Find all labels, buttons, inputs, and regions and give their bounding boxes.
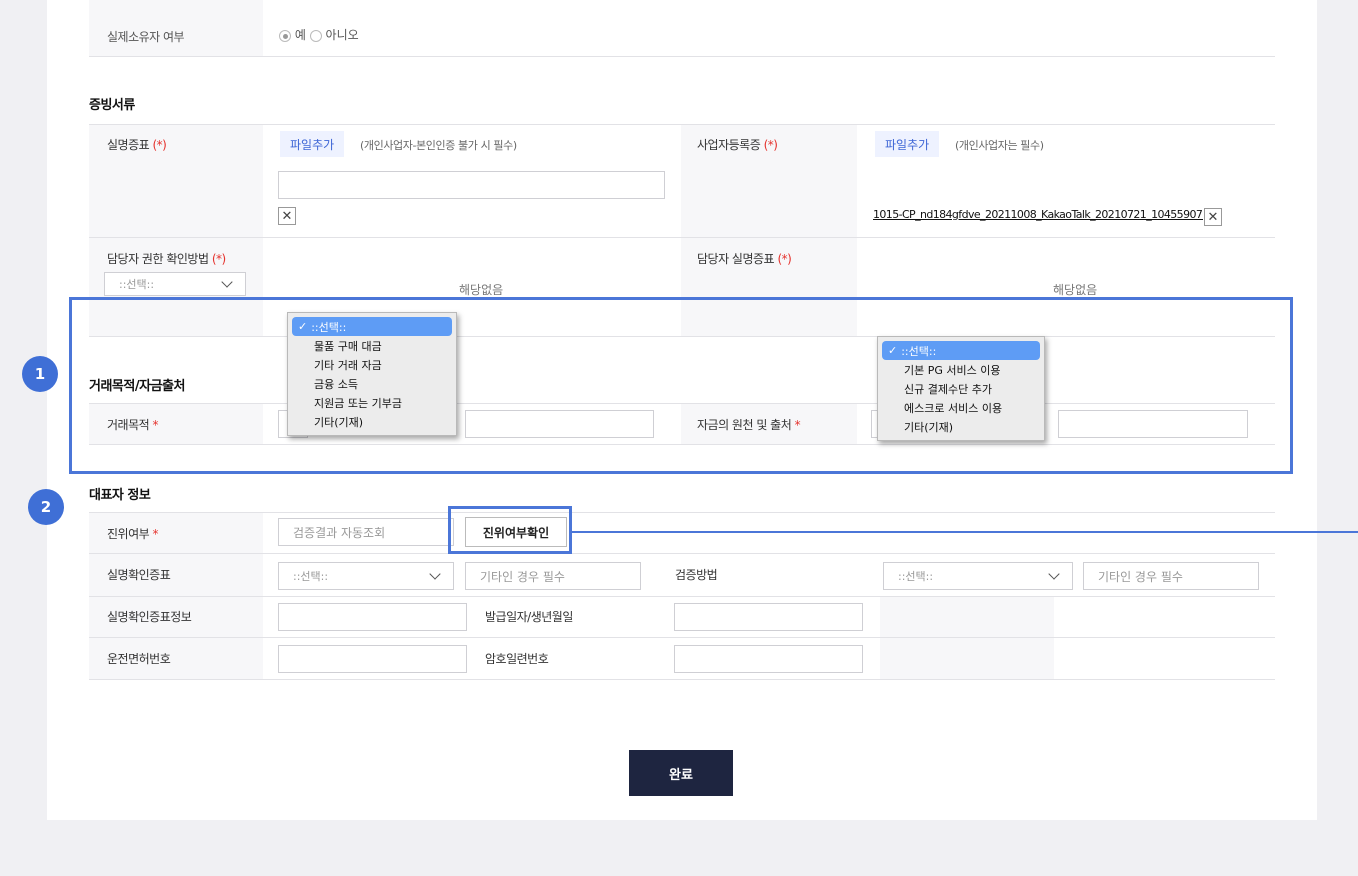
id-info-label: 실명확인증표정보: [107, 610, 192, 624]
radio-no[interactable]: [309, 29, 322, 42]
fund-source-dropdown[interactable]: ✓::선택:: 기본 PG 서비스 이용 신규 결제수단 추가 에스크로 서비스…: [877, 336, 1045, 441]
radio-yes[interactable]: [279, 29, 291, 42]
dropdown-option[interactable]: 신규 결제수단 추가: [882, 379, 1040, 398]
chevron-down-icon: [221, 276, 233, 288]
dropdown-option[interactable]: 에스크로 서비스 이용: [882, 398, 1040, 417]
remove-file-icon[interactable]: ✕: [1204, 208, 1222, 226]
radio-no-label: 아니오: [325, 28, 359, 42]
dropdown-option[interactable]: 지원금 또는 기부금: [292, 393, 452, 412]
check-icon: ✓: [888, 344, 898, 357]
dropdown-option[interactable]: 기타 거래 자금: [292, 355, 452, 374]
highlight-box-2: [448, 506, 572, 554]
id-type-select[interactable]: ::선택::: [278, 562, 454, 590]
submit-button[interactable]: 완료: [629, 750, 733, 796]
verify-method-label: 검증방법: [675, 568, 718, 582]
dropdown-option[interactable]: 물품 구매 대금: [292, 336, 452, 355]
authenticity-result-field[interactable]: 검증결과 자동조회: [278, 518, 454, 546]
real-name-hint: (개인사업자-본인인증 불가 시 필수): [360, 139, 517, 152]
divider: [89, 56, 1275, 57]
serial-no-field[interactable]: [674, 645, 863, 673]
divider: [89, 637, 1275, 638]
license-no-label: 운전면허번호: [107, 652, 171, 666]
chevron-down-icon: [429, 568, 441, 580]
representative-section-title: 대표자 정보: [89, 488, 151, 503]
uploaded-file-link[interactable]: 1015-CP_nd184gfdve_20211008_KakaoTalk_20…: [873, 208, 1203, 221]
manager-id-value: 해당없음: [1053, 283, 1098, 297]
trade-purpose-dropdown[interactable]: ✓::선택:: 물품 구매 대금 기타 거래 자금 금융 소득 지원금 또는 기…: [287, 312, 457, 436]
beneficial-owner-options: 예 아니오: [279, 26, 359, 43]
business-reg-label: 사업자등록증 (*): [697, 138, 778, 152]
manager-auth-label: 담당자 권한 확인방법 (*): [107, 252, 226, 266]
real-name-file-field[interactable]: [278, 171, 665, 199]
real-name-id-label: 실명증표 (*): [107, 138, 167, 152]
business-reg-hint: (개인사업자는 필수): [955, 139, 1044, 152]
beneficial-owner-label: 실제소유자 여부: [107, 30, 185, 44]
divider: [89, 553, 1275, 554]
dropdown-option[interactable]: 기타(기재): [292, 412, 452, 431]
business-reg-add-file-button[interactable]: 파일추가: [875, 131, 940, 157]
real-name-add-file-button[interactable]: 파일추가: [280, 131, 345, 157]
dropdown-option[interactable]: ✓::선택::: [292, 317, 452, 336]
radio-yes-label: 예: [294, 28, 306, 42]
divider: [89, 596, 1275, 597]
step-badge-2: 2: [28, 489, 64, 525]
evidence-section-title: 증빙서류: [89, 98, 135, 113]
serial-no-label: 암호일련번호: [485, 652, 549, 666]
license-no-field[interactable]: [278, 645, 467, 673]
dropdown-option[interactable]: ✓::선택::: [882, 341, 1040, 360]
manager-auth-select[interactable]: ::선택::: [104, 272, 246, 296]
divider: [89, 512, 1275, 513]
verify-method-select[interactable]: ::선택::: [883, 562, 1073, 590]
dropdown-option[interactable]: 기본 PG 서비스 이용: [882, 360, 1040, 379]
issue-date-field[interactable]: [674, 603, 863, 631]
check-icon: ✓: [298, 320, 308, 333]
highlight-box-1: [69, 297, 1293, 474]
chevron-down-icon: [1048, 568, 1060, 580]
divider: [89, 679, 1275, 680]
id-info-field[interactable]: [278, 603, 467, 631]
manager-auth-value: 해당없음: [459, 283, 504, 297]
empty-cell: [880, 597, 1054, 679]
verify-method-other-field[interactable]: 기타인 경우 필수: [1083, 562, 1259, 590]
step-badge-1: 1: [22, 356, 58, 392]
dropdown-option[interactable]: 금융 소득: [292, 374, 452, 393]
issue-date-label: 발급일자/생년월일: [485, 610, 573, 624]
dropdown-option[interactable]: 기타(기재): [882, 417, 1040, 436]
manager-id-label: 담당자 실명증표 (*): [697, 252, 792, 266]
remove-file-icon[interactable]: ✕: [278, 207, 296, 225]
id-type-label: 실명확인증표: [107, 568, 171, 582]
callout-line: [572, 531, 1358, 533]
id-type-other-field[interactable]: 기타인 경우 필수: [465, 562, 641, 590]
authenticity-label: 진위여부 *: [107, 527, 158, 541]
